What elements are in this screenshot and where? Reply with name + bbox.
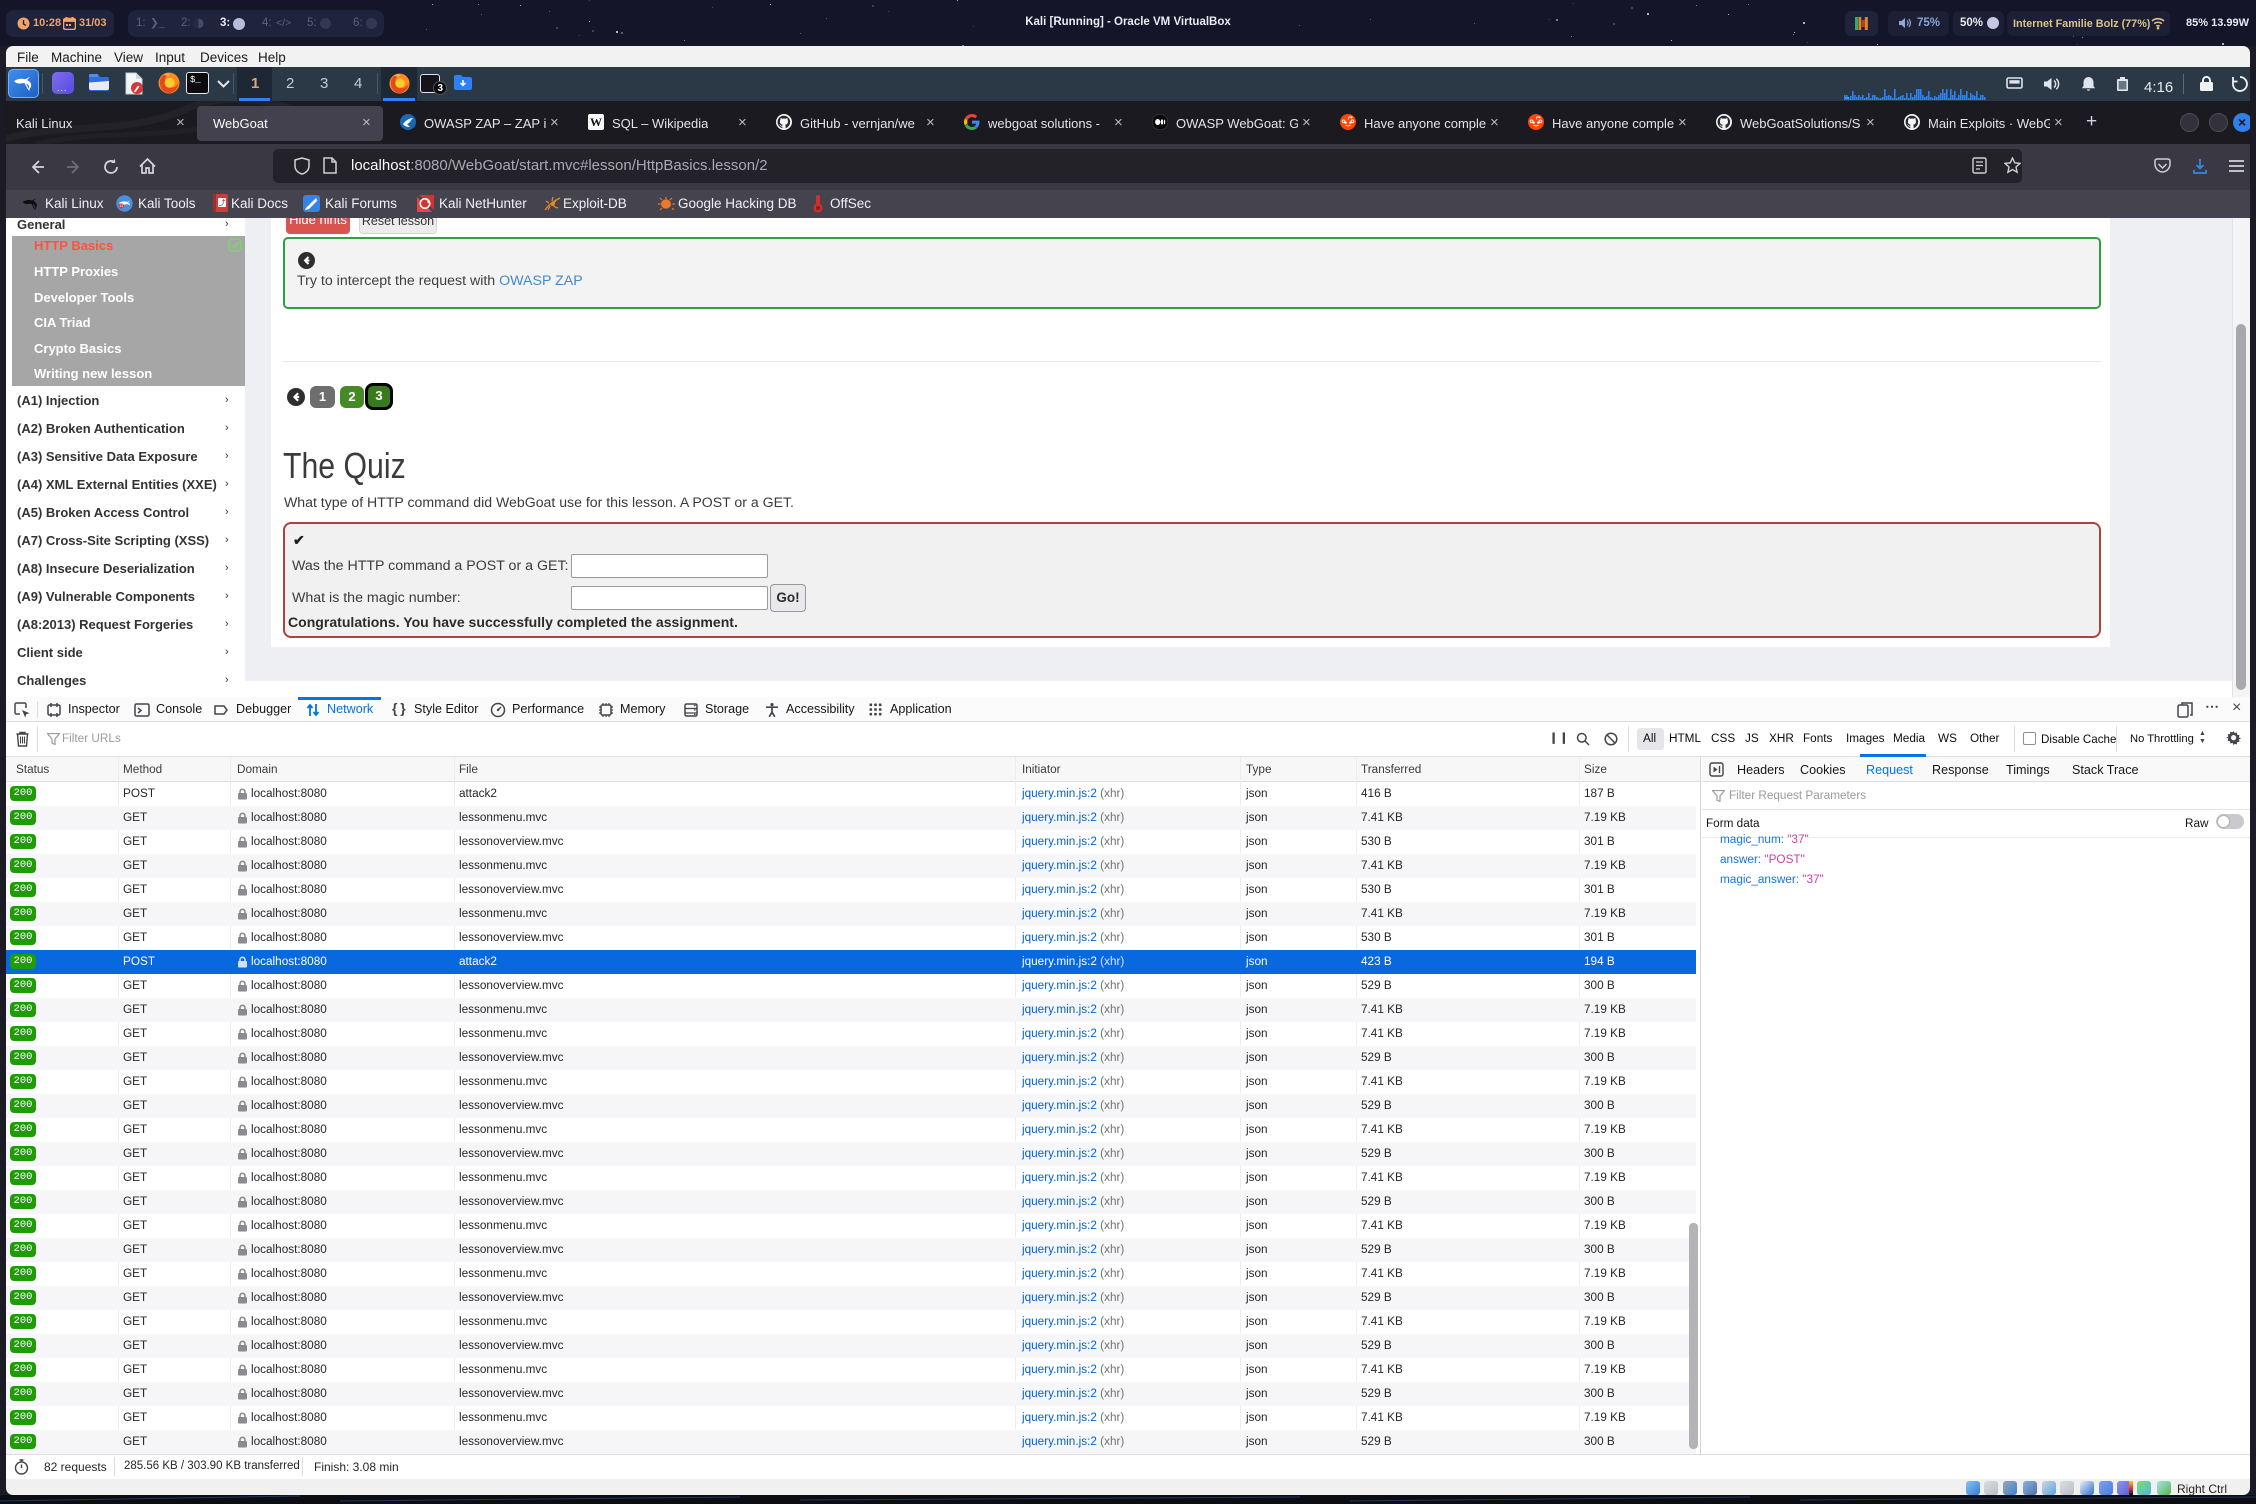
svg-text:11: 11 bbox=[120, 204, 124, 208]
svg-text:⤴: ⤴ bbox=[219, 198, 226, 208]
